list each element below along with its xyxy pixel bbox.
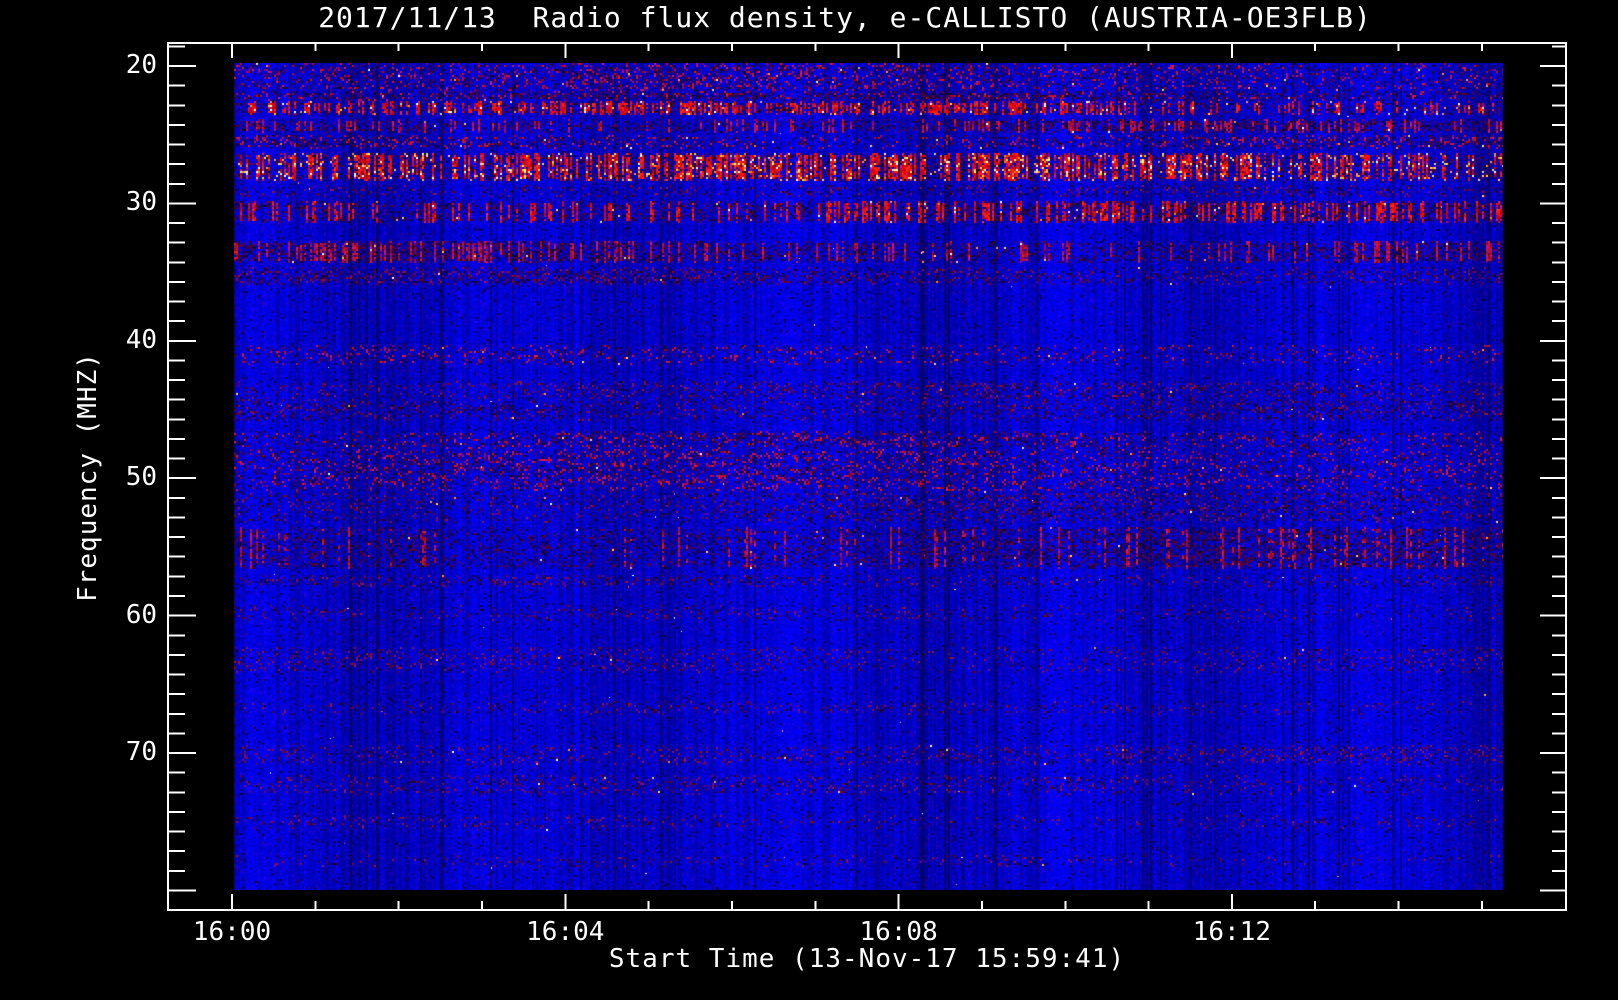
y-tick-label: 70 xyxy=(125,737,157,767)
axis-frame-and-ticks xyxy=(167,42,1567,911)
x-tick-label: 16:12 xyxy=(1192,917,1272,947)
callisto-spectrogram-screen: 2017/11/13 Radio flux density, e-CALLIST… xyxy=(0,0,1618,1000)
y-tick-label: 30 xyxy=(125,187,157,218)
y-tick-label: 20 xyxy=(125,50,157,80)
x-axis-title: Start Time (13-Nov-17 15:59:41) xyxy=(608,944,1126,974)
y-tick-label: 50 xyxy=(125,462,157,493)
x-tick-label: 16:08 xyxy=(859,917,938,947)
x-tick-label: 16:04 xyxy=(526,917,605,947)
x-tick-label: 16:00 xyxy=(192,917,272,947)
y-tick-label: 60 xyxy=(125,599,157,630)
y-tick-label: 40 xyxy=(125,324,157,355)
